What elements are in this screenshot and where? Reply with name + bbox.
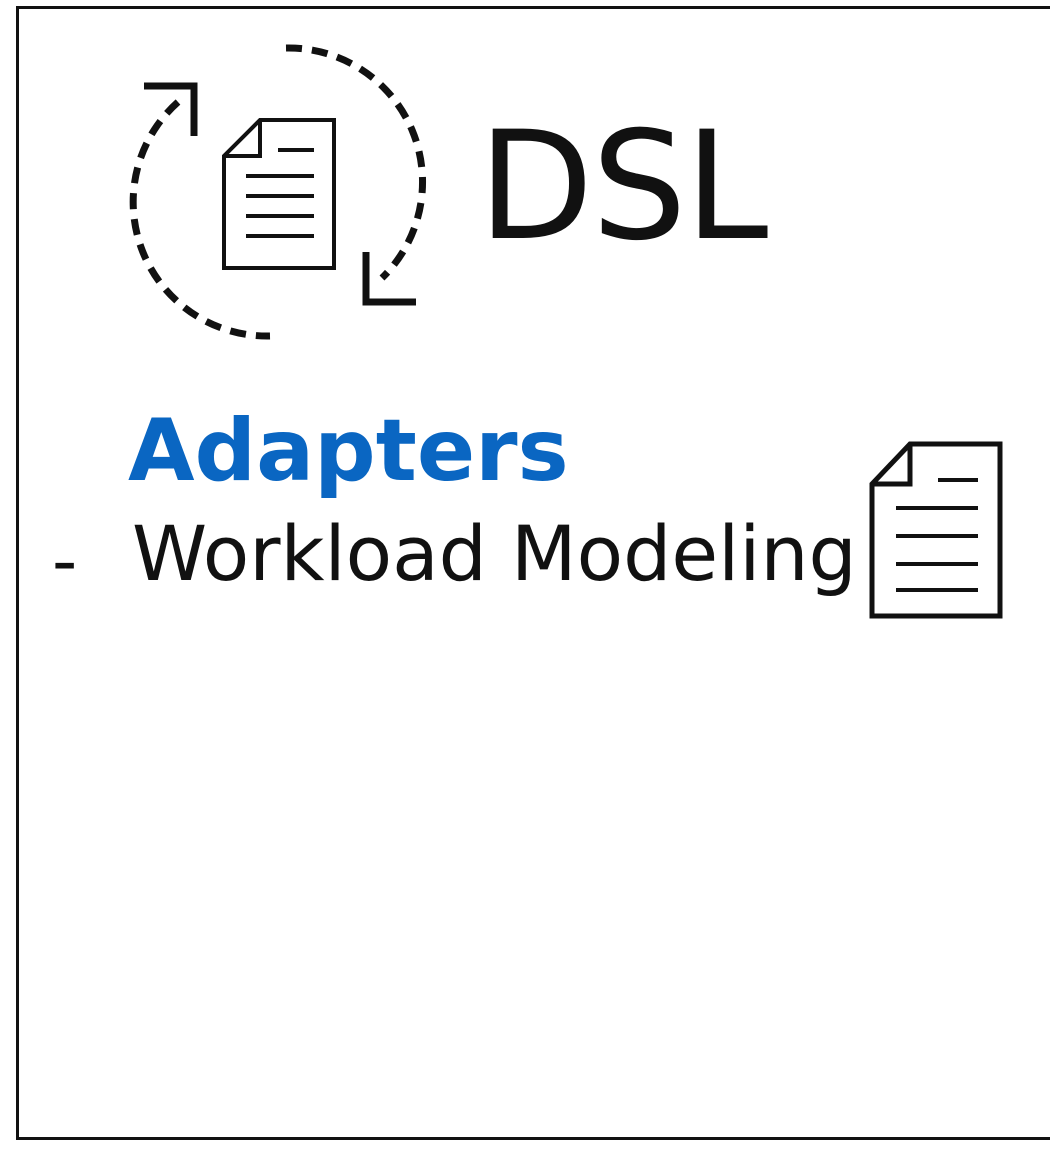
slide-title: DSL [478, 100, 768, 274]
list-item-label: Workload Modeling [132, 509, 857, 598]
document-refresh-icon [129, 44, 426, 340]
document-icon [869, 441, 1003, 619]
list-bullet: - [52, 520, 78, 602]
arrowhead-bottom [362, 252, 416, 306]
section-heading: Adapters [128, 401, 569, 501]
